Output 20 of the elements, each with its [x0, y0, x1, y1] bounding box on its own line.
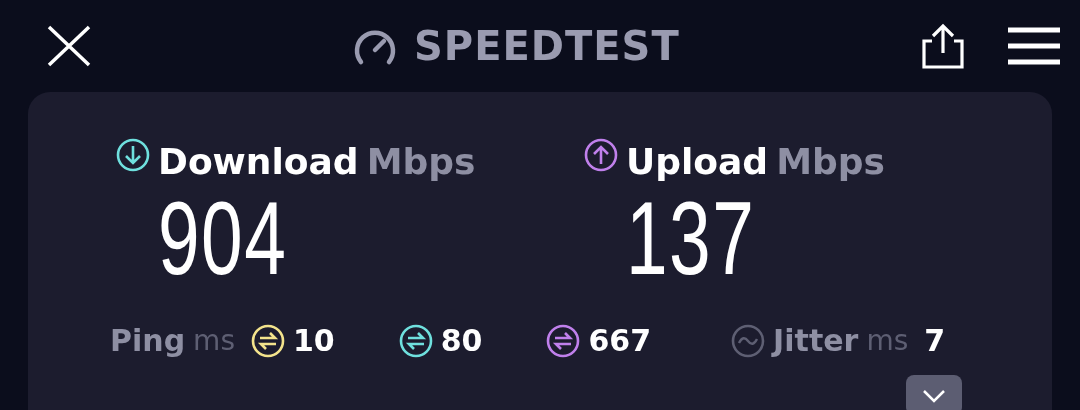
- jitter-value: 7: [924, 322, 946, 360]
- ping-value: 80: [440, 322, 483, 360]
- speed-value: 904: [158, 186, 288, 290]
- unit-label: ms: [193, 322, 235, 359]
- expand-button[interactable]: [906, 375, 962, 410]
- ping-value: 667: [588, 322, 652, 360]
- app-title: SPEEDTEST: [414, 22, 680, 71]
- menu-icon[interactable]: [1008, 27, 1060, 65]
- unit-label: ms: [866, 322, 909, 359]
- jitter-label: Jitter: [773, 322, 859, 360]
- test-label: Download: [158, 144, 359, 180]
- jitter-icon: [731, 323, 766, 358]
- speed-value: 137: [626, 186, 756, 290]
- share-icon[interactable]: [920, 23, 966, 69]
- ping-value: 10: [293, 322, 335, 360]
- ping-label: Ping: [110, 322, 186, 360]
- test-label: Upload: [626, 144, 769, 180]
- unit-label: Mbps: [776, 144, 885, 180]
- unit-label: Mbps: [366, 144, 476, 180]
- close-icon[interactable]: [46, 25, 92, 67]
